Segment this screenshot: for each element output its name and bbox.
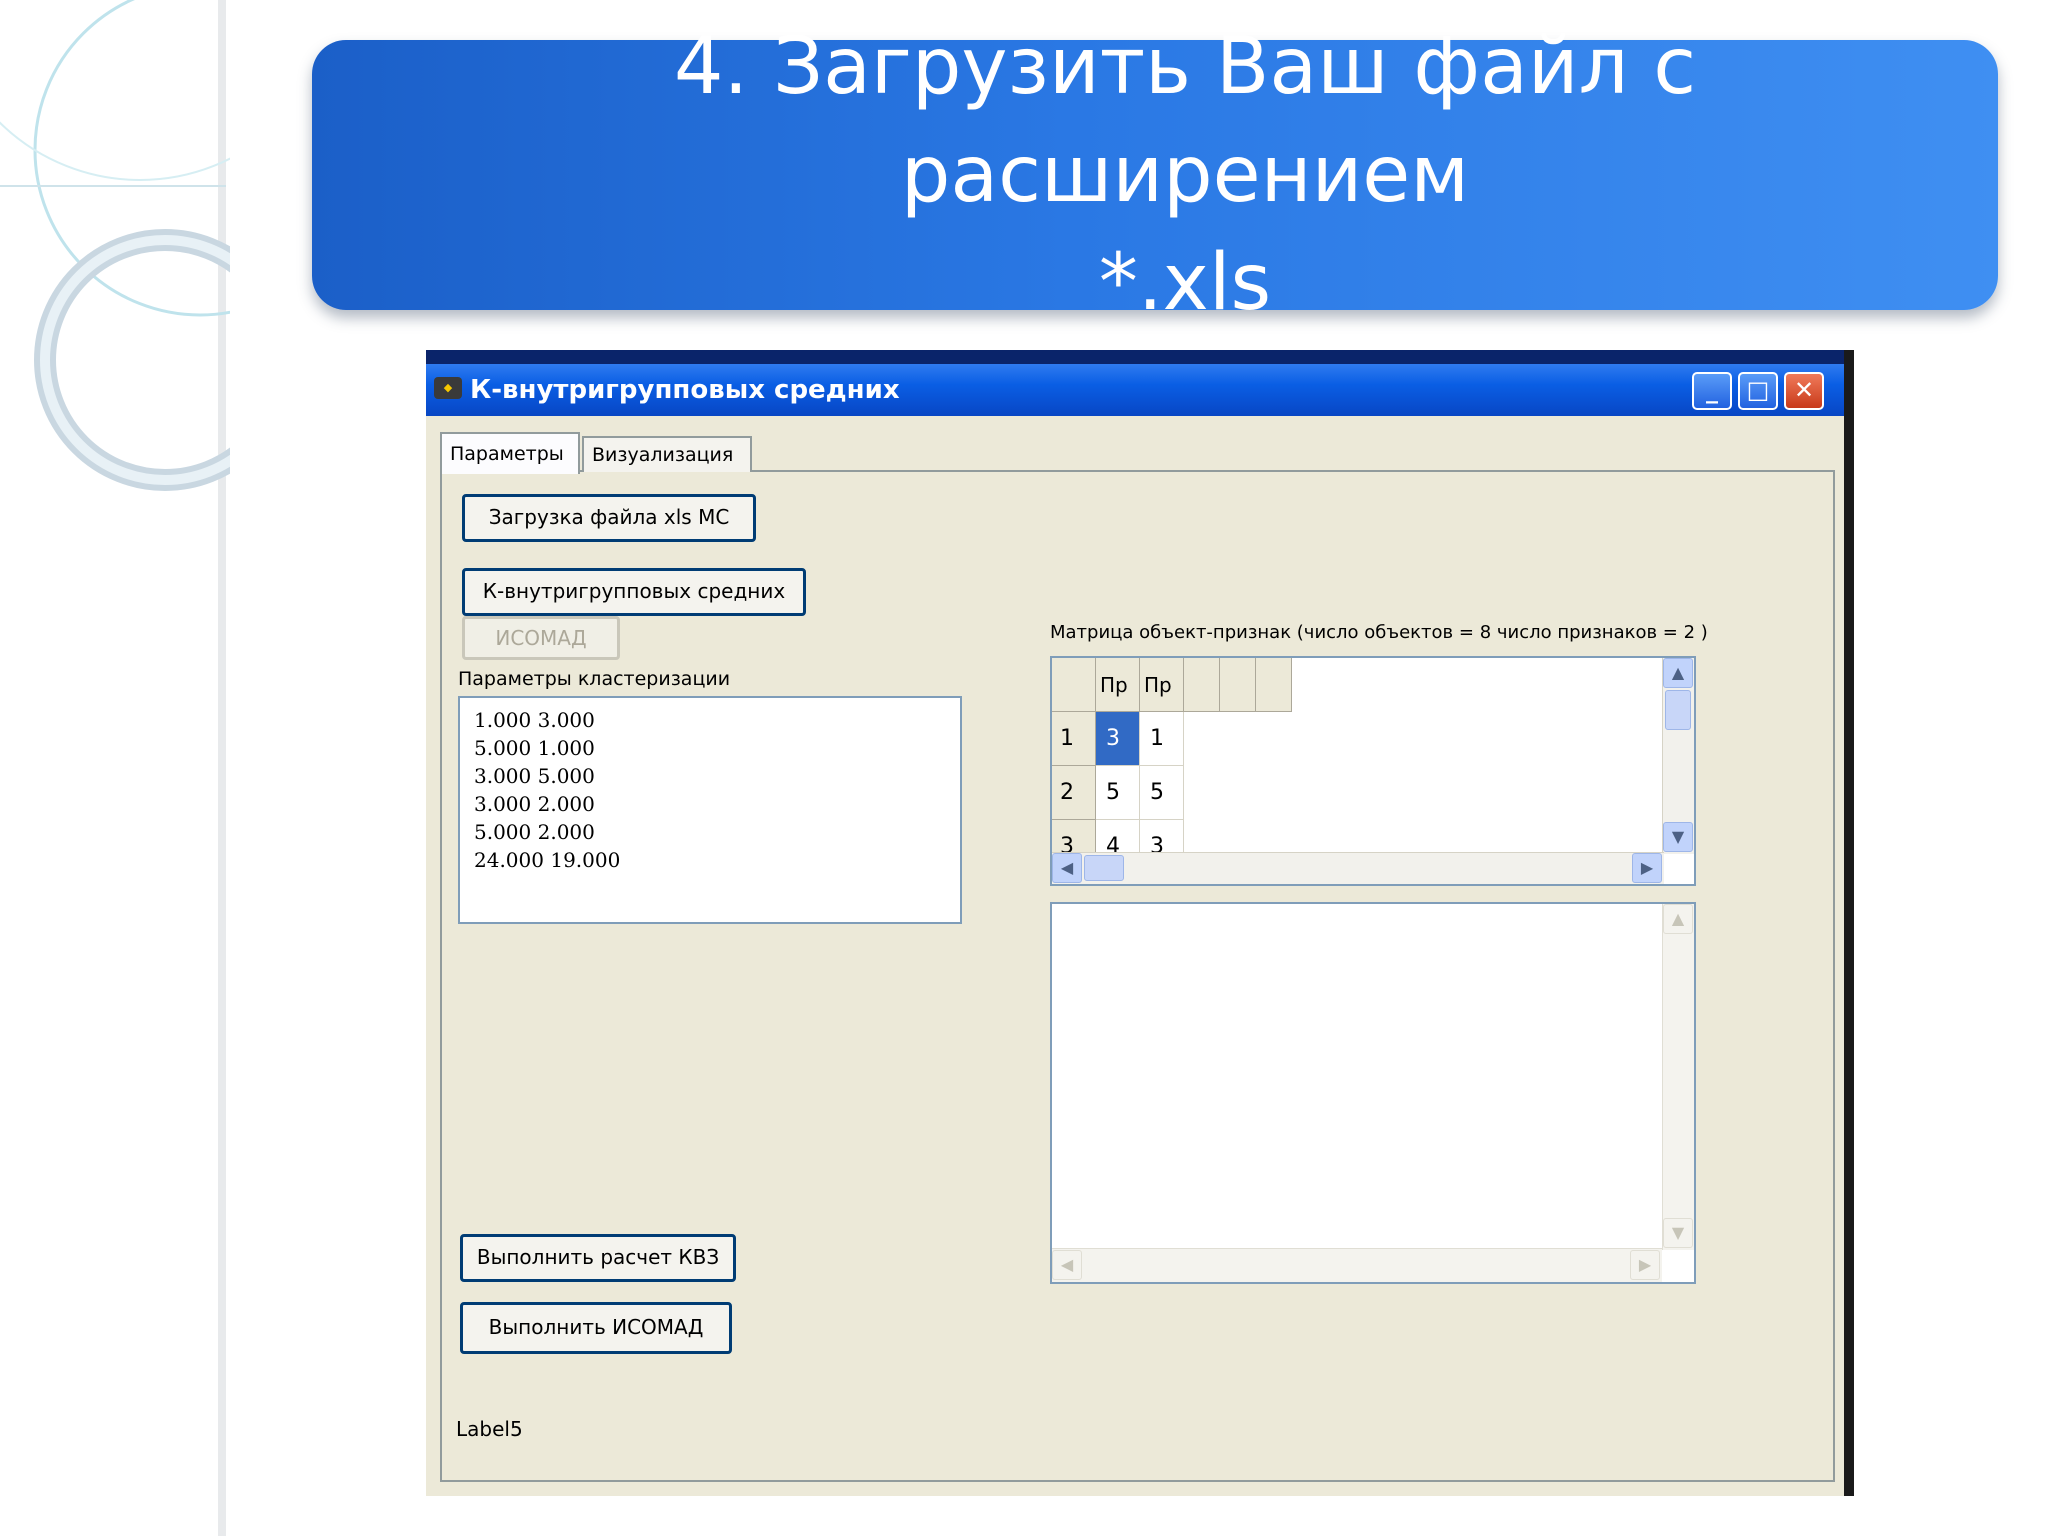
app-window: ◆ К-внутригрупповых средних _ □ ✕ Параме…	[426, 350, 1854, 1496]
maximize-icon[interactable]: □	[1738, 372, 1778, 410]
grid-column-header-empty	[1256, 658, 1292, 712]
status-label: Label5	[456, 1417, 523, 1441]
grid-column-header-empty	[1184, 658, 1220, 712]
matrix-caption: Матрица объект-признак (число объектов =…	[1050, 622, 1708, 643]
cluster-params-list[interactable]: 1.000 3.000 5.000 1.000 3.000 5.000 3.00…	[458, 696, 962, 924]
cluster-params-label: Параметры кластеризации	[458, 668, 731, 690]
grid-cell[interactable]: 5	[1096, 766, 1140, 820]
grid-cell[interactable]: 1	[1140, 712, 1184, 766]
scroll-down-icon[interactable]: ▼	[1663, 1218, 1693, 1248]
grid-cell[interactable]: 5	[1140, 766, 1184, 820]
run-k-calc-button[interactable]: Выполнить расчет КВЗ	[460, 1234, 736, 1282]
tab-strip: Параметры Визуализация	[440, 432, 1835, 474]
grid-horizontal-scrollbar[interactable]: ◀ ▶	[1052, 852, 1664, 884]
scroll-up-icon[interactable]: ▲	[1663, 658, 1693, 688]
list-item: 24.000 19.000	[474, 848, 621, 872]
scroll-up-icon[interactable]: ▲	[1663, 904, 1693, 934]
list-item: 3.000 2.000	[474, 792, 595, 816]
scroll-right-icon[interactable]: ▶	[1632, 853, 1662, 883]
grid-vertical-scrollbar[interactable]: ▲ ▼	[1662, 658, 1694, 854]
grid-cell[interactable]: 3	[1140, 820, 1184, 854]
list-item: 5.000 1.000	[474, 736, 595, 760]
scroll-down-icon[interactable]: ▼	[1663, 822, 1693, 852]
grid-row-header: 3	[1052, 820, 1096, 854]
decorative-circles	[0, 0, 230, 491]
grid-column-header-empty	[1220, 658, 1256, 712]
results-memo[interactable]: ▲ ▼ ◀ ▶	[1050, 902, 1696, 1284]
grid-vertical-scroll-thumb[interactable]	[1665, 690, 1691, 730]
memo-horizontal-scrollbar[interactable]: ◀ ▶	[1052, 1248, 1662, 1282]
memo-vertical-scrollbar[interactable]: ▲ ▼	[1662, 904, 1694, 1250]
grid-row-header: 2	[1052, 766, 1096, 820]
minimize-icon[interactable]: _	[1692, 372, 1732, 410]
grid-column-header[interactable]: Пр	[1096, 658, 1140, 712]
grid-corner	[1052, 658, 1096, 712]
object-feature-grid[interactable]: Пр Пр 1 3 1 2 5 5 3 4 3 ▲ ▼ ◀ ▶	[1050, 656, 1696, 886]
grid-cell[interactable]: 3	[1096, 712, 1140, 766]
close-icon[interactable]: ✕	[1784, 372, 1824, 410]
window-titlebar[interactable]: ◆ К-внутригрупповых средних _ □ ✕	[426, 364, 1844, 416]
run-isodata-button[interactable]: Выполнить ИСОМАД	[460, 1302, 732, 1354]
load-xls-button[interactable]: Загрузка файла xls МС	[462, 494, 756, 542]
background-taskbar-strip	[426, 350, 1844, 364]
window-title: К-внутригрупповых средних	[470, 375, 900, 405]
isodata-button[interactable]: ИСОМАД	[462, 616, 620, 660]
list-item: 1.000 3.000	[474, 708, 595, 732]
tab-visualization[interactable]: Визуализация	[582, 436, 752, 472]
app-icon: ◆	[434, 377, 462, 399]
list-item: 5.000 2.000	[474, 820, 595, 844]
k-means-button[interactable]: К-внутригрупповых средних	[462, 568, 806, 616]
slide-title: 4. Загрузить Ваш файл с расширением *.xl…	[673, 22, 1697, 328]
scroll-left-icon[interactable]: ◀	[1052, 1250, 1082, 1280]
grid-column-header[interactable]: Пр	[1140, 658, 1184, 712]
scroll-right-icon[interactable]: ▶	[1630, 1250, 1660, 1280]
grid-horizontal-scroll-thumb[interactable]	[1084, 855, 1124, 881]
parameters-panel: Загрузка файла xls МС К-внутригрупповых …	[440, 472, 1835, 1482]
list-item: 3.000 5.000	[474, 764, 595, 788]
slide-title-banner: 4. Загрузить Ваш файл с расширением *.xl…	[312, 22, 1998, 328]
tab-parameters[interactable]: Параметры	[440, 432, 580, 474]
grid-row-header: 1	[1052, 712, 1096, 766]
scroll-left-icon[interactable]: ◀	[1052, 853, 1082, 883]
grid-cell[interactable]: 4	[1096, 820, 1140, 854]
